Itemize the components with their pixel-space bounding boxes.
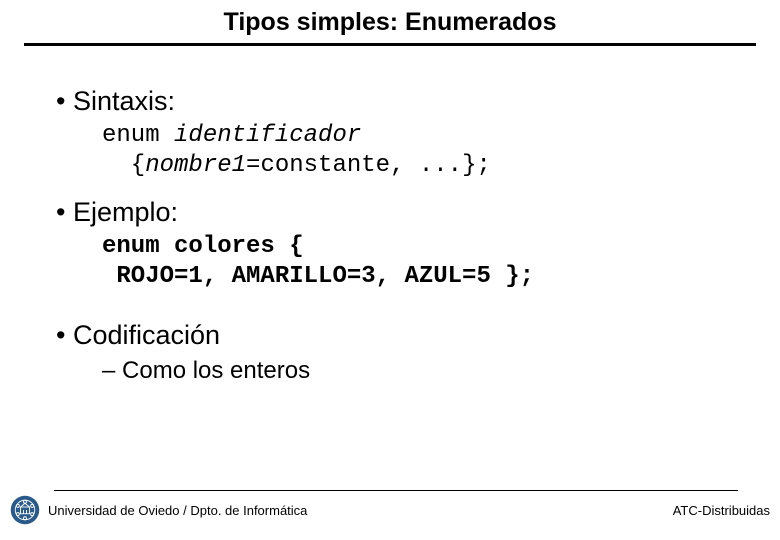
- bullet-sintaxis: Sintaxis:: [56, 86, 724, 117]
- code-line: enum colores {: [102, 233, 304, 260]
- code-text: =constante, ...};: [246, 152, 491, 179]
- bullet-ejemplo: Ejemplo:: [56, 197, 724, 228]
- bullet-codificacion: Codificación: [56, 320, 724, 351]
- code-ejemplo: enum colores { ROJO=1, AMARILLO=3, AZUL=…: [102, 232, 724, 292]
- footer: Universidad de Oviedo / Dpto. de Informá…: [0, 490, 780, 540]
- title-wrap: Tipos simples: Enumerados: [0, 0, 780, 37]
- code-ident: identificador: [174, 122, 361, 149]
- subbullet-enteros: Como los enteros: [102, 357, 724, 385]
- footer-right-text: ATC-Distribuidas: [673, 503, 772, 518]
- code-text: enum: [102, 122, 174, 149]
- footer-left: Universidad de Oviedo / Dpto. de Informá…: [8, 495, 307, 525]
- code-line: ROJO=1, AMARILLO=3, AZUL=5 };: [102, 263, 534, 290]
- slide-title: Tipos simples: Enumerados: [224, 8, 557, 37]
- content: Sintaxis: enum identificador {nombre1=co…: [0, 46, 780, 540]
- code-text: {: [102, 152, 145, 179]
- slide: Tipos simples: Enumerados Sintaxis: enum…: [0, 0, 780, 540]
- code-ident: nombre1: [145, 152, 246, 179]
- university-logo-icon: [10, 495, 40, 525]
- footer-left-text: Universidad de Oviedo / Dpto. de Informá…: [48, 503, 307, 518]
- code-sintaxis: enum identificador {nombre1=constante, .…: [102, 121, 724, 181]
- footer-row: Universidad de Oviedo / Dpto. de Informá…: [0, 491, 780, 525]
